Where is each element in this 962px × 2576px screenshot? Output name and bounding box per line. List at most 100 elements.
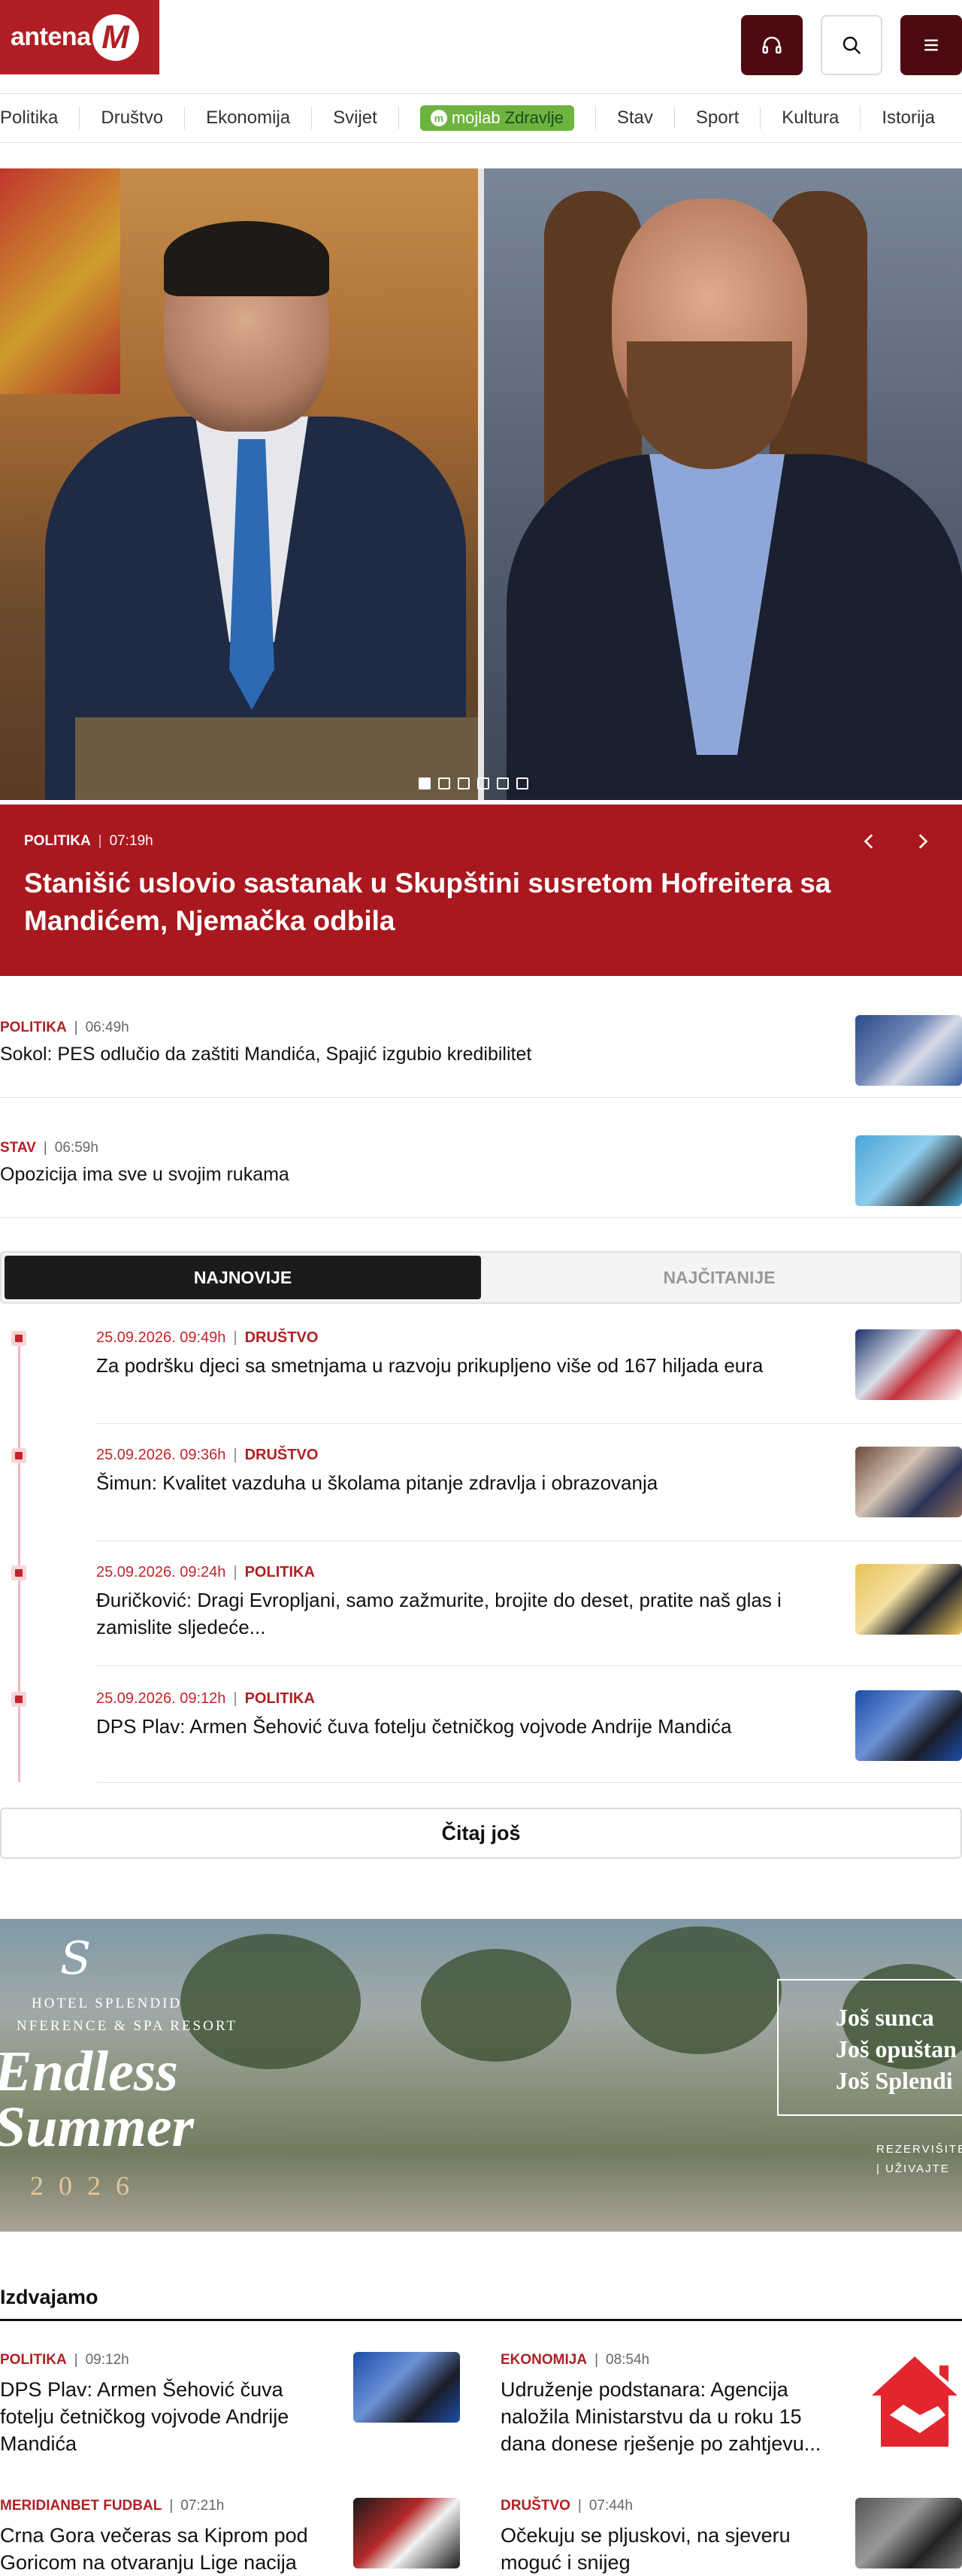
menu-button[interactable]	[900, 15, 962, 75]
meta-separator: |	[233, 1564, 237, 1580]
mojlab-suffix: Zdravlje	[504, 108, 564, 127]
article-title[interactable]: Udruženje podstanara: Agencija naložila …	[501, 2376, 839, 2457]
timeline-date: 25.09.2026. 09:49h	[96, 1329, 226, 1346]
article-thumbnail[interactable]	[353, 2352, 460, 2423]
nav-item-ekonomija[interactable]: Ekonomija	[185, 107, 313, 129]
article-time: 06:49h	[85, 1020, 129, 1035]
timeline-date: 25.09.2026. 09:12h	[96, 1690, 226, 1707]
list-item[interactable]: STAV | 06:59h Opozicija ima sve u svojim…	[0, 1123, 962, 1218]
article-time: 08:54h	[606, 2352, 650, 2368]
timeline-date: 25.09.2026. 09:36h	[96, 1447, 226, 1463]
ad-banner[interactable]: S HOTEL SPLENDID NFERENCE & SPA RESORT E…	[0, 1919, 962, 2232]
article-category[interactable]: MERIDIANBET FUDBAL	[0, 2498, 162, 2514]
timeline-thumbnail[interactable]	[855, 1329, 962, 1400]
list-item[interactable]: POLITIKA | 06:49h Sokol: PES odlučio da …	[0, 1003, 962, 1098]
article-thumbnail[interactable]	[353, 2498, 460, 2568]
chevron-left-icon[interactable]	[860, 832, 879, 851]
timeline-title[interactable]: Šimun: Kvalitet vazduha u školama pitanj…	[96, 1469, 840, 1496]
timeline-title[interactable]: Za podršku djeci sa smetnjama u razvoju …	[96, 1352, 840, 1379]
timeline-category[interactable]: POLITIKA	[245, 1564, 315, 1581]
article-title[interactable]: DPS Plav: Armen Šehović čuva fotelju čet…	[0, 2376, 338, 2457]
hero-photo-right	[484, 168, 962, 800]
article-thumbnail[interactable]	[855, 2498, 962, 2568]
news-tabs: NAJNOVIJE NAJČITANIJE	[0, 1251, 962, 1304]
article-meta: POLITIKA | 06:49h	[0, 1020, 129, 1036]
article-title[interactable]: Crna Gora večeras sa Kiprom pod Goricom …	[0, 2522, 338, 2576]
meta-separator: |	[74, 2352, 78, 2368]
slider-dot[interactable]	[419, 777, 431, 789]
article-thumbnail[interactable]	[855, 1015, 962, 1086]
nav-item-stav[interactable]: Stav	[596, 107, 675, 129]
nav-item-politika[interactable]: Politika	[0, 107, 80, 129]
nav-item-istorija[interactable]: Istorija	[861, 107, 935, 129]
slider-dot[interactable]	[516, 777, 528, 789]
timeline-thumbnail[interactable]	[855, 1564, 962, 1635]
timeline-title[interactable]: DPS Plav: Armen Šehović čuva fotelju čet…	[96, 1713, 840, 1740]
article-title[interactable]: Opozicija ima sve u svojim rukama	[0, 1164, 812, 1186]
timeline-thumbnail[interactable]	[855, 1447, 962, 1517]
slider-dot[interactable]	[458, 777, 470, 789]
site-logo[interactable]: antena M	[0, 0, 159, 74]
nav-item-drustvo[interactable]: Društvo	[80, 107, 186, 129]
article-category[interactable]: EKONOMIJA	[501, 2352, 587, 2368]
ad-subtitle: HOTEL SPLENDID NFERENCE & SPA RESORT	[17, 1993, 237, 2038]
tab-most-read[interactable]: NAJČITANIJE	[481, 1256, 957, 1299]
timeline-meta: 25.09.2026. 09:12h | POLITIKA	[96, 1690, 315, 1708]
search-icon	[843, 36, 861, 55]
article-thumbnail[interactable]	[855, 1135, 962, 1206]
timeline-title[interactable]: Đuričković: Dragi Evropljani, samo zažmu…	[96, 1587, 840, 1641]
ad-box-line: Još sunca	[836, 2004, 934, 2031]
timeline-line	[18, 1337, 20, 1782]
article-category[interactable]: STAV	[0, 1140, 36, 1156]
meta-separator: |	[233, 1329, 237, 1346]
ad-subtitle-line: HOTEL SPLENDID	[32, 1996, 183, 2011]
timeline-category[interactable]: POLITIKA	[245, 1690, 315, 1708]
timeline-marker	[11, 1331, 26, 1346]
hero-category[interactable]: POLITIKA	[24, 833, 91, 850]
nav-item-kultura[interactable]: Kultura	[761, 107, 861, 129]
timeline-category[interactable]: DRUŠTVO	[245, 1329, 319, 1347]
hero-title[interactable]: Stanišić uslovio sastanak u Skupštini su…	[24, 865, 911, 940]
ad-subtitle-line: NFERENCE & SPA RESORT	[17, 2018, 237, 2034]
article-meta: DRUŠTVO | 07:44h	[501, 2498, 633, 2514]
hero-image[interactable]	[0, 168, 962, 800]
divider	[96, 1423, 962, 1424]
slider-dot[interactable]	[438, 777, 450, 789]
section-title: Izdvajamo	[0, 2286, 98, 2308]
article-category[interactable]: DRUŠTVO	[501, 2498, 570, 2514]
ad-year: 2026	[30, 2171, 144, 2201]
slider-dot[interactable]	[497, 777, 509, 789]
nav-item-mojlab[interactable]: m mojlab Zdravlje	[399, 105, 596, 131]
menu-icon	[924, 39, 938, 51]
radio-button[interactable]	[741, 15, 803, 75]
hero-caption[interactable]: POLITIKA | 07:19h Stanišić uslovio sasta…	[0, 805, 962, 976]
slider-dots	[419, 777, 528, 789]
slider-arrows	[860, 832, 932, 851]
timeline-date: 25.09.2026. 09:24h	[96, 1564, 226, 1580]
article-category[interactable]: POLITIKA	[0, 1020, 67, 1036]
article-title[interactable]: Očekuju se pljuskovi, na sjeveru moguć i…	[501, 2522, 839, 2576]
ad-headline-line: Summer	[0, 2096, 195, 2159]
read-more-button[interactable]: Čitaj još	[0, 1808, 962, 1859]
article-category[interactable]: POLITIKA	[0, 2352, 67, 2368]
article-time: 07:44h	[588, 2498, 633, 2514]
article-time: 09:12h	[85, 2352, 129, 2368]
search-button[interactable]	[821, 15, 882, 75]
timeline-category[interactable]: DRUŠTVO	[245, 1447, 319, 1464]
timeline-thumbnail[interactable]	[855, 1690, 962, 1761]
hero-meta: POLITIKA | 07:19h	[24, 833, 938, 850]
timeline-marker	[11, 1692, 26, 1707]
ad-cta-line: | UŽIVAJTE	[876, 2162, 950, 2175]
article-title[interactable]: Sokol: PES odlučio da zaštiti Mandića, S…	[0, 1044, 812, 1065]
meta-separator: |	[594, 2352, 599, 2368]
nav-item-sport[interactable]: Sport	[675, 107, 761, 129]
headphones-icon	[762, 36, 782, 54]
nav-item-svijet[interactable]: Svijet	[312, 107, 399, 129]
tab-latest[interactable]: NAJNOVIJE	[5, 1256, 481, 1299]
ad-box: Još sunca Još opuštan Još Splendi	[777, 1979, 962, 2116]
house-handshake-icon[interactable]	[867, 2350, 962, 2454]
slider-dot[interactable]	[477, 777, 489, 789]
logo-text: antena	[11, 23, 91, 51]
article-meta: MERIDIANBET FUDBAL | 07:21h	[0, 2498, 224, 2514]
chevron-right-icon[interactable]	[912, 832, 932, 851]
